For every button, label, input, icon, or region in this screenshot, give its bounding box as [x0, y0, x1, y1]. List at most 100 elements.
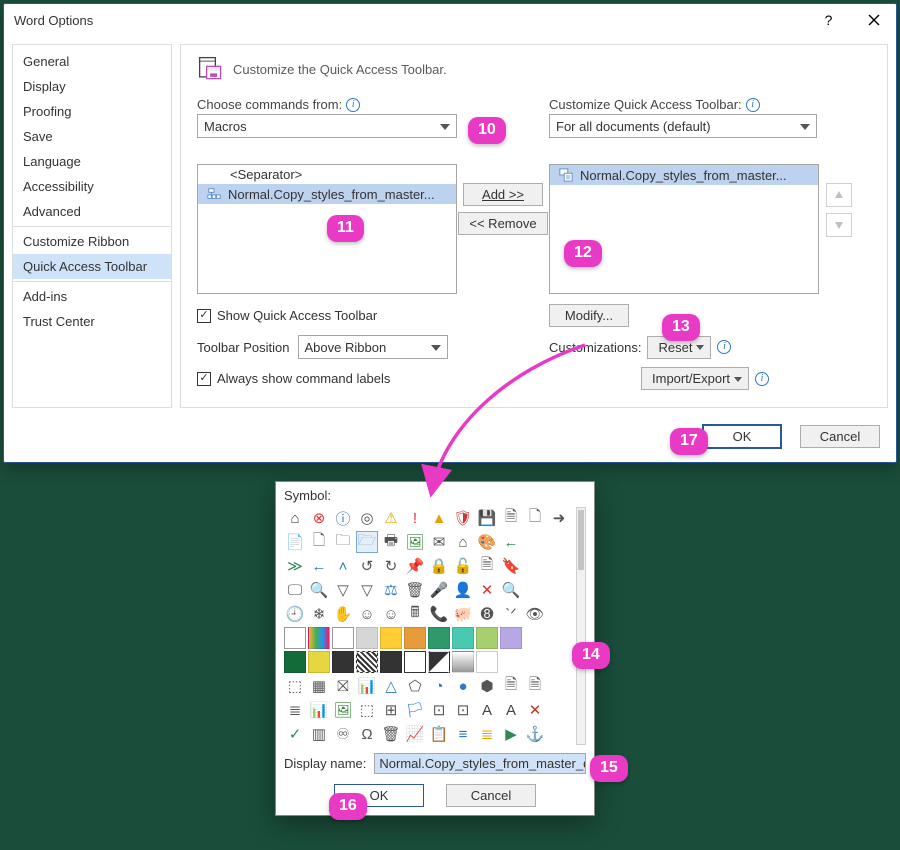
symbol-cell[interactable]: ☺	[356, 603, 378, 625]
symbol-cell[interactable]: ✕	[476, 579, 498, 601]
symbol-cell[interactable]: ⛝	[332, 675, 354, 697]
symbol-cell[interactable]: 🖼	[332, 699, 354, 721]
qat-scope-dropdown[interactable]: For all documents (default)	[549, 114, 817, 138]
symbol-cell[interactable]	[452, 627, 474, 649]
symbol-cell[interactable]: 🎤	[428, 579, 450, 601]
symbol-cell[interactable]: 👁	[524, 603, 546, 625]
help-icon[interactable]: ?	[806, 4, 851, 36]
ok-button[interactable]: OK	[702, 424, 782, 449]
symbol-cell[interactable]	[380, 627, 402, 649]
symbol-cell[interactable]: 🖼	[404, 531, 426, 553]
import-export-dropdown[interactable]: Import/Export	[641, 367, 749, 390]
symbol-cell[interactable]: ↻	[380, 555, 402, 577]
move-up-button[interactable]	[826, 183, 852, 207]
symbol-cell[interactable]: ≣	[476, 723, 498, 745]
symbol-cell[interactable]: 🔓	[452, 555, 474, 577]
add-button[interactable]: Add >>	[463, 183, 543, 206]
symbol-cell[interactable]: 🗁	[356, 531, 378, 553]
symbol-cell[interactable]	[332, 627, 354, 649]
symbol-cell[interactable]	[284, 627, 306, 649]
symbol-cell[interactable]: ☺	[380, 603, 402, 625]
symbol-cell[interactable]: 📈	[404, 723, 426, 745]
symbol-cell[interactable]: 📊	[356, 675, 378, 697]
show-qat-checkbox[interactable]	[197, 309, 211, 323]
symbol-cell[interactable]: ˄	[332, 555, 354, 577]
symbol-cell[interactable]: ⊡	[452, 699, 474, 721]
move-down-button[interactable]	[826, 213, 852, 237]
symbol-cell[interactable]: 🕘	[284, 603, 306, 625]
symbol-cell[interactable]: ⬚	[356, 699, 378, 721]
sidebar-item-customize-ribbon[interactable]: Customize Ribbon	[13, 226, 171, 254]
symbol-cancel-button[interactable]: Cancel	[446, 784, 536, 807]
symbol-cell[interactable]: Ω	[356, 723, 378, 745]
symbol-cell[interactable]: ➜	[548, 507, 570, 529]
symbol-cell[interactable]: ✉	[428, 531, 450, 553]
symbol-cell[interactable]: 🎨	[476, 531, 498, 553]
symbol-grid[interactable]: ⌂⊗ⓘ◎⚠!▲🛡💾🗎🗋➜📄🗋🗀🗁🖶🖼✉⌂🎨←≫←˄↺↻📌🔒🔓🗎🔖🖵🔍▽▽⚖🗑🎤👤…	[284, 507, 570, 745]
symbol-cell[interactable]: ▦	[308, 675, 330, 697]
symbol-cell[interactable]: 📊	[308, 699, 330, 721]
symbol-cell[interactable]: ➑	[476, 603, 498, 625]
sidebar-item-accessibility[interactable]: Accessibility	[13, 174, 171, 199]
choose-commands-dropdown[interactable]: Macros	[197, 114, 457, 138]
symbol-cell[interactable]: 🗎	[500, 675, 522, 697]
sidebar-item-display[interactable]: Display	[13, 74, 171, 99]
info-icon[interactable]: i	[346, 98, 360, 112]
symbol-cell[interactable]: 🖶	[380, 531, 402, 553]
info-icon[interactable]: i	[755, 372, 769, 386]
sidebar-item-save[interactable]: Save	[13, 124, 171, 149]
symbol-cell[interactable]	[404, 651, 426, 673]
symbol-cell[interactable]: 🏳	[404, 699, 426, 721]
symbol-cell[interactable]: ↺	[356, 555, 378, 577]
list-item[interactable]: Normal.Copy_styles_from_master...	[550, 165, 818, 185]
symbol-cell[interactable]: 🗑	[404, 579, 426, 601]
symbol-cell[interactable]	[428, 651, 450, 673]
sidebar-item-quick-access-toolbar[interactable]: Quick Access Toolbar	[13, 254, 171, 279]
qat-listbox[interactable]: Normal.Copy_styles_from_master...	[549, 164, 819, 294]
symbol-cell[interactable]: 🔍	[500, 579, 522, 601]
symbol-cell[interactable]: ⚓	[524, 723, 546, 745]
info-icon[interactable]: i	[717, 340, 731, 354]
modify-button[interactable]: Modify...	[549, 304, 629, 327]
symbol-cell[interactable]: 💾	[476, 507, 498, 529]
sidebar-item-advanced[interactable]: Advanced	[13, 199, 171, 224]
symbol-cell[interactable]: 🗑	[380, 723, 402, 745]
symbol-cell[interactable]: ✕	[524, 699, 546, 721]
symbol-cell[interactable]	[404, 627, 426, 649]
symbol-cell[interactable]: !	[404, 507, 426, 529]
symbol-cell[interactable]: 🔖	[500, 555, 522, 577]
scrollbar-thumb[interactable]	[578, 510, 584, 570]
symbol-cell[interactable]: ▲	[428, 507, 450, 529]
symbol-cell[interactable]: 🐖	[452, 603, 474, 625]
symbol-cell[interactable]: 🔒	[428, 555, 450, 577]
remove-button[interactable]: << Remove	[458, 212, 547, 235]
display-name-input[interactable]: Normal.Copy_styles_from_master_doc.	[374, 753, 586, 774]
symbol-cell[interactable]: 🗋	[308, 531, 330, 553]
symbol-cell[interactable]: 🖵	[284, 579, 306, 601]
symbol-cell[interactable]	[308, 651, 330, 673]
symbol-cell[interactable]: ←	[308, 555, 330, 577]
symbol-cell[interactable]: ⊞	[380, 699, 402, 721]
symbol-cell[interactable]	[284, 651, 306, 673]
symbol-cell[interactable]: A	[500, 699, 522, 721]
symbol-cell[interactable]	[332, 651, 354, 673]
symbol-cell[interactable]: 🗋	[524, 507, 546, 529]
symbol-cell[interactable]: ⌂	[452, 531, 474, 553]
symbol-cell[interactable]: ≡	[452, 723, 474, 745]
symbol-cell[interactable]: ▽	[356, 579, 378, 601]
symbol-cell[interactable]: 🗎	[476, 555, 498, 577]
symbol-cell[interactable]	[356, 627, 378, 649]
symbol-cell[interactable]: ←	[500, 531, 522, 553]
sidebar-item-general[interactable]: General	[13, 49, 171, 74]
symbol-cell[interactable]	[380, 651, 402, 673]
symbol-cell[interactable]: ⊗	[308, 507, 330, 529]
symbol-cell[interactable]: A	[476, 699, 498, 721]
symbol-cell[interactable]	[308, 627, 330, 649]
symbol-scrollbar[interactable]	[576, 507, 586, 745]
symbol-cell[interactable]	[356, 651, 378, 673]
always-labels-checkbox[interactable]	[197, 372, 211, 386]
symbol-cell[interactable]: ≫	[284, 555, 306, 577]
symbol-cell[interactable]: 📞	[428, 603, 450, 625]
symbol-cell[interactable]: ✋	[332, 603, 354, 625]
symbol-cell[interactable]: ▽	[332, 579, 354, 601]
